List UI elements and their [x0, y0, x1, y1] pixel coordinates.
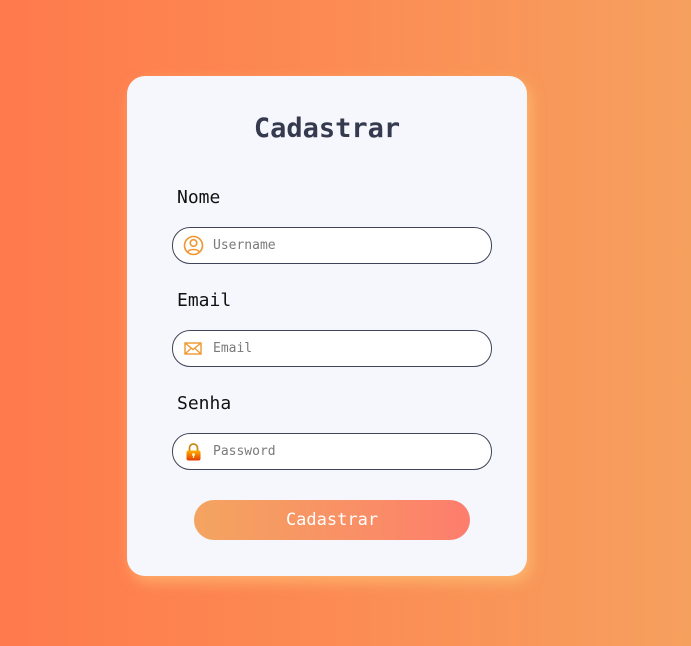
envelope-icon — [183, 338, 204, 359]
password-label: Senha — [177, 393, 232, 414]
username-field — [172, 227, 492, 264]
email-field — [172, 330, 492, 367]
lock-icon — [183, 441, 204, 462]
password-field — [172, 433, 492, 470]
email-input[interactable] — [213, 331, 478, 366]
register-button[interactable]: Cadastrar — [194, 500, 470, 540]
password-input[interactable] — [213, 434, 478, 469]
email-label: Email — [177, 290, 232, 311]
form-title: Cadastrar — [253, 113, 401, 144]
user-circle-icon — [183, 235, 204, 256]
signup-card: Cadastrar Nome Email Senha — [127, 76, 527, 576]
username-input[interactable] — [213, 228, 478, 263]
name-label: Nome — [177, 187, 221, 208]
